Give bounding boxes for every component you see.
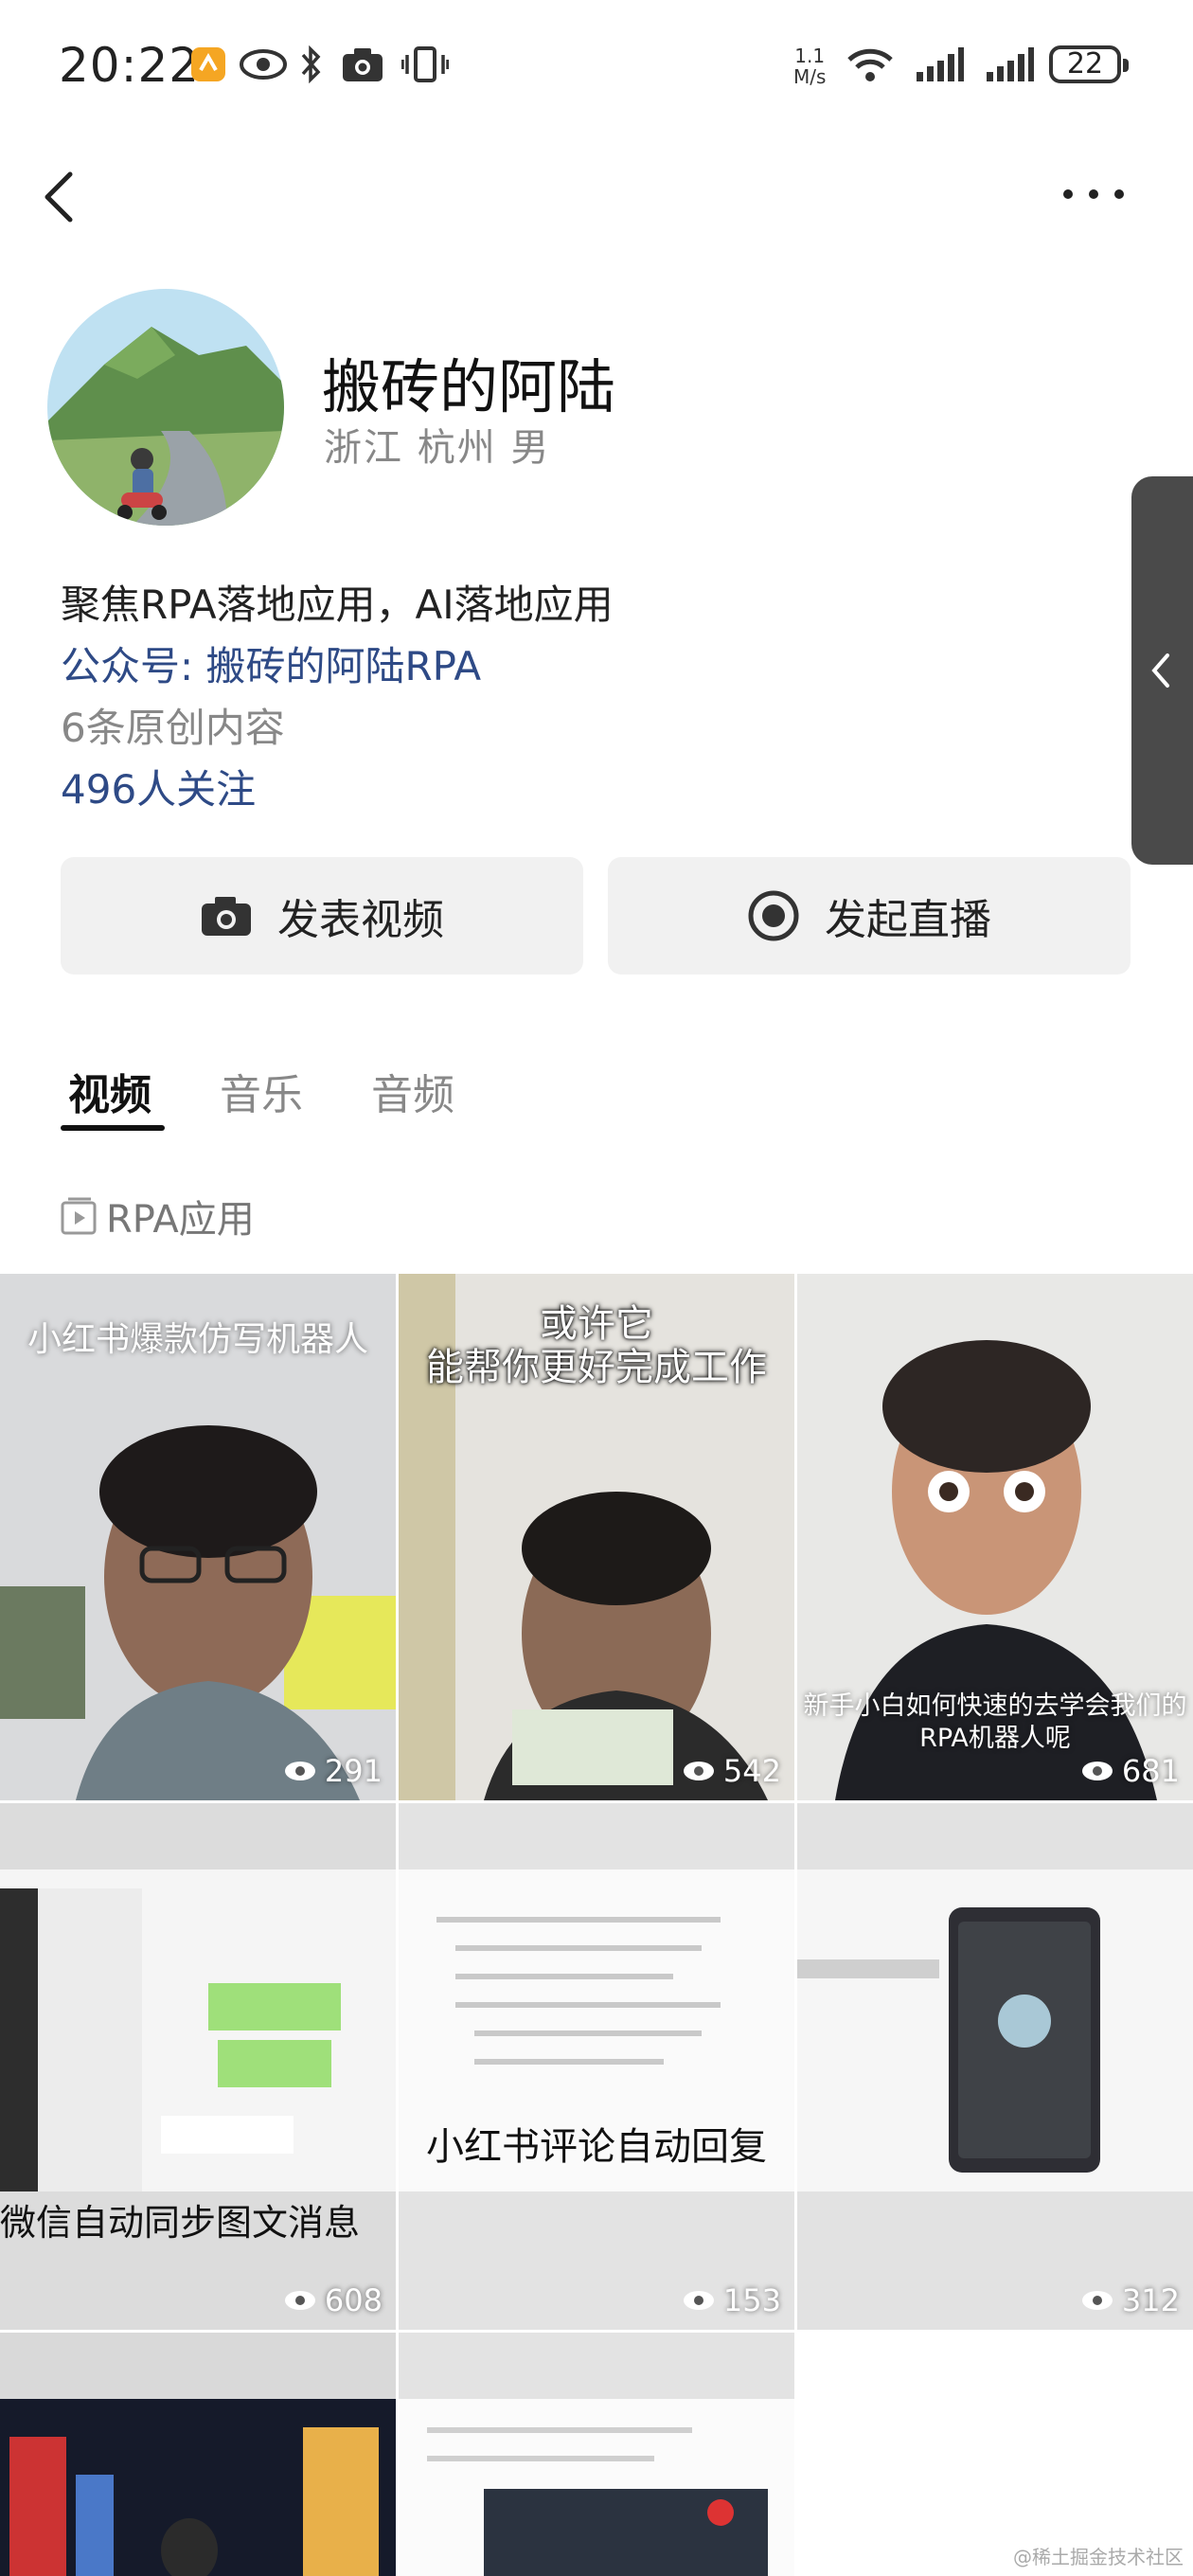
video-thumbnail — [399, 1803, 794, 2330]
start-live-label: 发起直播 — [825, 896, 991, 944]
side-drawer-handle[interactable] — [1131, 476, 1193, 865]
official-account-link[interactable]: 公众号: 搬砖的阿陆RPA — [61, 635, 481, 692]
camera-status-icon — [343, 48, 383, 81]
signal-icon-1 — [917, 47, 964, 81]
net-speed: 1.1 M/s — [793, 45, 827, 88]
video-caption: 或许它 能帮你更好完成工作 — [426, 1302, 767, 1389]
battery-indicator: 22 — [1049, 45, 1129, 83]
video-card[interactable]: 小红书爆款仿写机器人 291 — [0, 1274, 396, 1800]
bluetooth-icon — [301, 45, 321, 83]
avatar[interactable] — [47, 289, 284, 526]
video-thumbnail — [0, 2333, 396, 2576]
eye-icon — [240, 49, 287, 80]
original-content-count: 6条原创内容 — [61, 705, 285, 751]
video-card[interactable]: 或许它 能帮你更好完成工作 542 — [399, 1274, 794, 1800]
video-card[interactable]: 微信自动同步图文消息 608 — [0, 1803, 396, 2330]
view-count: 608 — [283, 2282, 383, 2318]
wifi-icon — [847, 48, 893, 81]
eye-icon — [683, 2291, 714, 2310]
video-caption: 新手小白如何快速的去学会我们的 RPA机器人呢 — [803, 1691, 1187, 1753]
tab-video[interactable]: 视频 — [68, 1061, 151, 1121]
status-bar: 20:22 1.1 M/s 22 — [0, 0, 1193, 142]
chevron-left-icon — [1151, 653, 1169, 688]
live-record-icon — [748, 890, 799, 941]
video-thumbnail — [0, 1803, 396, 2330]
eye-icon — [683, 1762, 714, 1780]
tab-music[interactable]: 音乐 — [220, 1061, 303, 1121]
vibrate-icon — [401, 46, 449, 82]
active-tab-indicator — [61, 1125, 165, 1131]
post-video-label: 发表视频 — [277, 896, 444, 944]
post-video-button[interactable]: 发表视频 — [61, 857, 583, 975]
view-count: 291 — [283, 1753, 383, 1789]
profile-name: 搬砖的阿陆 — [322, 352, 616, 421]
followers-count[interactable]: 496人关注 — [61, 758, 256, 815]
video-thumbnail — [797, 1803, 1193, 2330]
more-dots-icon[interactable] — [1060, 185, 1127, 204]
back-chevron-icon[interactable] — [38, 169, 85, 225]
collection-row[interactable]: RPA应用 — [59, 1189, 255, 1243]
video-card[interactable]: 小红书评论自动回复 153 — [399, 1803, 794, 2330]
camera-icon — [202, 897, 251, 936]
collection-label: RPA应用 — [106, 1198, 255, 1242]
tab-audio[interactable]: 音频 — [371, 1061, 454, 1121]
profile-location: 浙江 杭州 男 — [324, 426, 551, 470]
video-caption: 微信自动同步图文消息 — [0, 2202, 361, 2244]
view-count: 153 — [682, 2282, 781, 2318]
video-card[interactable] — [399, 2333, 794, 2576]
video-card[interactable]: 新手小白如何快速的去学会我们的 RPA机器人呢 681 — [797, 1274, 1193, 1800]
eye-icon — [1081, 2291, 1113, 2310]
video-caption: 小红书评论自动回复 — [426, 2125, 767, 2169]
eye-icon — [284, 1762, 315, 1780]
signal-icon-2 — [987, 47, 1034, 81]
profile-bio: 聚焦RPA落地应用，AI落地应用 — [61, 581, 614, 628]
video-card[interactable] — [0, 2333, 396, 2576]
view-count: 312 — [1080, 2282, 1180, 2318]
watermark: @稀土掘金技术社区 — [1013, 2546, 1184, 2568]
view-count: 542 — [682, 1753, 781, 1789]
eye-icon — [1081, 1762, 1113, 1780]
playlist-icon — [61, 1197, 97, 1235]
app-notification-icon — [191, 47, 225, 81]
video-card[interactable]: 312 — [797, 1803, 1193, 2330]
start-live-button[interactable]: 发起直播 — [608, 857, 1131, 975]
video-thumbnail — [399, 2333, 794, 2576]
video-caption: 小红书爆款仿写机器人 — [27, 1320, 368, 1359]
status-time: 20:22 — [59, 38, 201, 93]
view-count: 681 — [1080, 1753, 1180, 1789]
eye-icon — [284, 2291, 315, 2310]
